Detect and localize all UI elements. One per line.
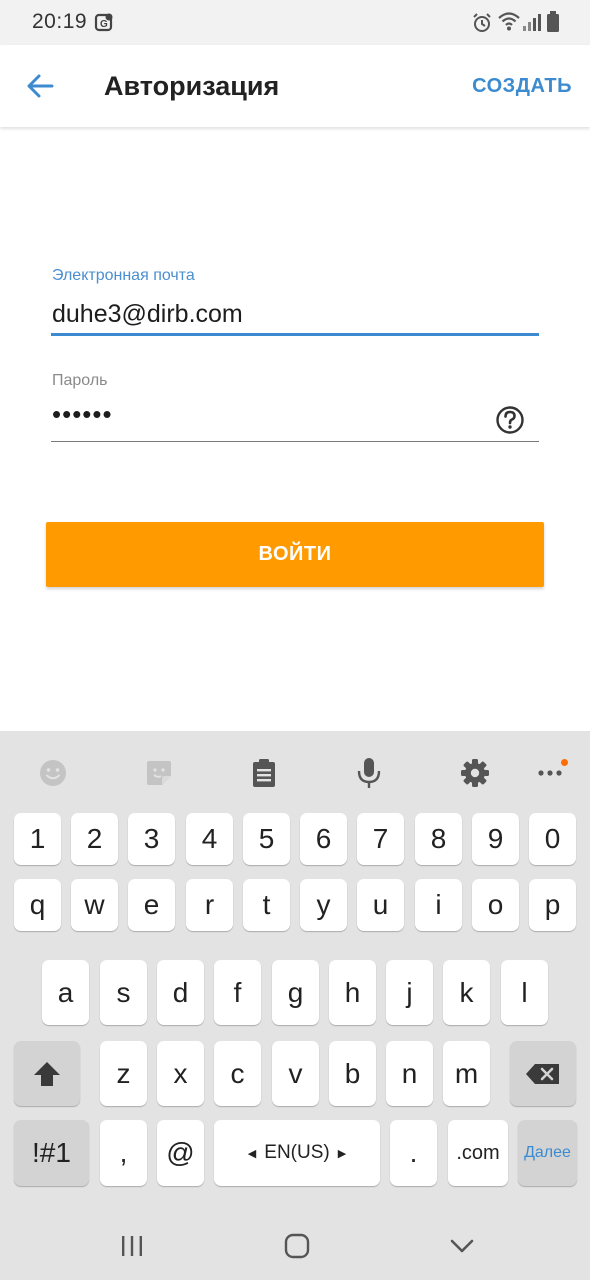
symbols-key[interactable]: !#1: [14, 1120, 89, 1186]
key-1[interactable]: 1: [14, 813, 61, 865]
key-u[interactable]: u: [357, 879, 404, 931]
period-key[interactable]: .: [390, 1120, 437, 1186]
emoji-icon[interactable]: [33, 753, 73, 793]
key-8[interactable]: 8: [415, 813, 462, 865]
svg-text:G: G: [100, 19, 108, 30]
key-k[interactable]: k: [443, 960, 490, 1025]
key-v[interactable]: v: [272, 1041, 319, 1106]
microphone-icon[interactable]: [349, 753, 389, 793]
key-6[interactable]: 6: [300, 813, 347, 865]
email-field[interactable]: duhe3@dirb.com: [52, 300, 243, 329]
signal-icon: [522, 12, 542, 37]
email-field-underline: [51, 333, 539, 336]
key-d[interactable]: d: [157, 960, 204, 1025]
key-7[interactable]: 7: [357, 813, 404, 865]
recents-icon[interactable]: [120, 1234, 144, 1263]
key-q[interactable]: q: [14, 879, 61, 931]
key-f[interactable]: f: [214, 960, 261, 1025]
notification-icon: G: [94, 12, 114, 37]
key-b[interactable]: b: [329, 1041, 376, 1106]
status-time: 20:19: [32, 10, 88, 33]
keyboard: 1 2 3 4 5 6 7 8 9 0 q w e r t y u i o p …: [0, 731, 590, 1218]
key-5[interactable]: 5: [243, 813, 290, 865]
page-title: Авторизация: [104, 71, 280, 101]
create-account-button[interactable]: СОЗДАТЬ: [472, 75, 572, 98]
status-bar: 20:19 G: [0, 0, 590, 45]
key-z[interactable]: z: [100, 1041, 147, 1106]
shift-key[interactable]: [14, 1041, 80, 1106]
shift-icon: [34, 1061, 60, 1086]
next-key[interactable]: Далее: [518, 1120, 577, 1186]
wifi-icon: [498, 12, 520, 37]
dotcom-key[interactable]: .com: [448, 1120, 508, 1186]
key-j[interactable]: j: [386, 960, 433, 1025]
app-bar: Авторизация СОЗДАТЬ: [0, 45, 590, 127]
key-r[interactable]: r: [186, 879, 233, 931]
key-s[interactable]: s: [100, 960, 147, 1025]
key-n[interactable]: n: [386, 1041, 433, 1106]
battery-icon: [546, 11, 560, 38]
key-3[interactable]: 3: [128, 813, 175, 865]
home-icon[interactable]: [284, 1233, 310, 1264]
comma-key[interactable]: ,: [100, 1120, 147, 1186]
key-m[interactable]: m: [443, 1041, 490, 1106]
sticker-icon[interactable]: [139, 753, 179, 793]
clipboard-icon[interactable]: [244, 753, 284, 793]
key-l[interactable]: l: [501, 960, 548, 1025]
navigation-bar: [0, 1218, 590, 1280]
key-9[interactable]: 9: [472, 813, 519, 865]
key-x[interactable]: x: [157, 1041, 204, 1106]
back-arrow-icon[interactable]: [24, 71, 56, 101]
key-2[interactable]: 2: [71, 813, 118, 865]
notification-dot: [561, 759, 568, 766]
key-4[interactable]: 4: [186, 813, 233, 865]
key-0[interactable]: 0: [529, 813, 576, 865]
key-o[interactable]: o: [472, 879, 519, 931]
space-key[interactable]: ◀ EN(US) ▶: [214, 1120, 380, 1186]
key-y[interactable]: y: [300, 879, 347, 931]
key-c[interactable]: c: [214, 1041, 261, 1106]
key-p[interactable]: p: [529, 879, 576, 931]
key-t[interactable]: t: [243, 879, 290, 931]
password-field[interactable]: ••••••: [52, 399, 113, 430]
key-e[interactable]: e: [128, 879, 175, 931]
login-button[interactable]: ВОЙТИ: [46, 522, 544, 587]
language-right-arrow-icon: ▶: [337, 1147, 347, 1160]
password-field-label: Пароль: [52, 372, 108, 389]
help-icon[interactable]: [495, 405, 525, 435]
key-h[interactable]: h: [329, 960, 376, 1025]
key-a[interactable]: a: [42, 960, 89, 1025]
backspace-key[interactable]: [510, 1041, 576, 1106]
back-chevron-icon[interactable]: [450, 1238, 474, 1259]
key-i[interactable]: i: [415, 879, 462, 931]
key-g[interactable]: g: [272, 960, 319, 1025]
password-field-underline: [51, 441, 539, 442]
language-label: EN(US): [264, 1142, 330, 1163]
email-field-label: Электронная почта: [52, 267, 195, 284]
gear-icon[interactable]: [455, 753, 495, 793]
key-w[interactable]: w: [71, 879, 118, 931]
language-left-arrow-icon: ◀: [247, 1147, 257, 1160]
at-key[interactable]: @: [157, 1120, 204, 1186]
alarm-icon: [471, 12, 493, 39]
backspace-icon: [526, 1063, 559, 1084]
